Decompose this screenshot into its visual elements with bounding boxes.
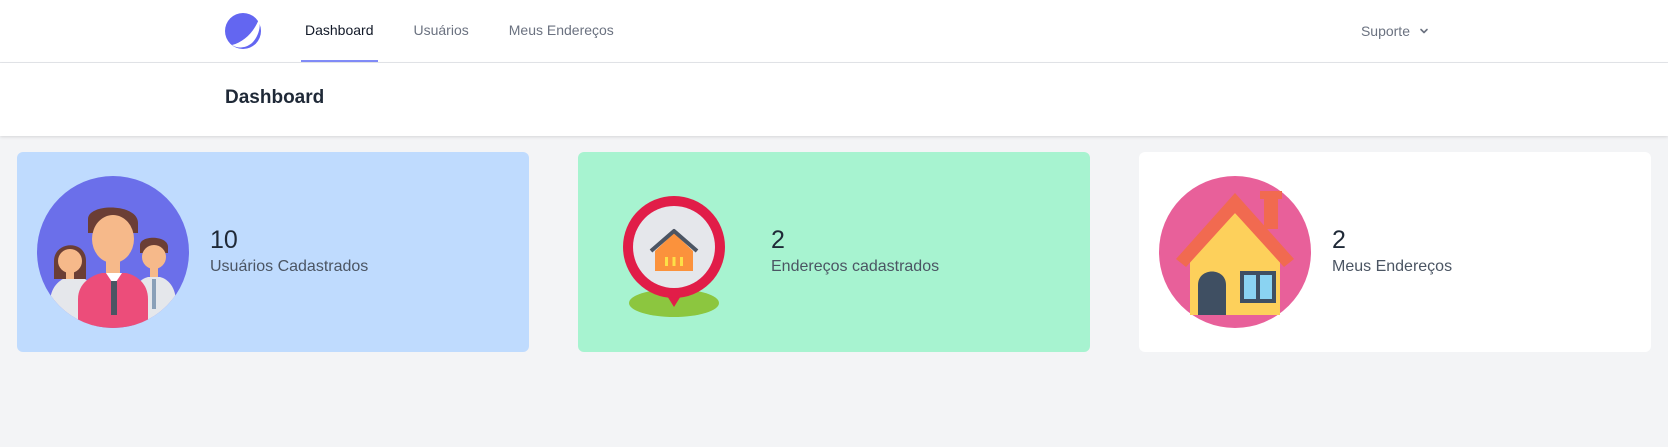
nav-dashboard[interactable]: Dashboard xyxy=(301,0,378,62)
my-addresses-label: Meus Endereços xyxy=(1332,258,1453,275)
house-icon xyxy=(1159,176,1311,328)
app-logo-icon[interactable] xyxy=(224,12,262,50)
chevron-down-icon xyxy=(1420,28,1428,34)
main-nav: Dashboard Usuários Meus Endereços xyxy=(301,0,650,62)
stat-card-meus-enderecos[interactable]: 2 Meus Endereços xyxy=(1139,152,1651,352)
support-label: Suporte xyxy=(1360,23,1410,39)
stat-card-enderecos[interactable]: 2 Endereços cadastrados xyxy=(578,152,1090,352)
page-header: Dashboard xyxy=(0,63,1668,136)
addresses-label: Endereços cadastrados xyxy=(771,258,940,275)
page-title: Dashboard xyxy=(225,87,325,108)
users-group-icon xyxy=(37,176,189,328)
addresses-count: 2 xyxy=(771,226,785,254)
users-count: 10 xyxy=(210,226,238,254)
nav-meus-enderecos[interactable]: Meus Endereços xyxy=(505,0,618,62)
nav-usuarios[interactable]: Usuários xyxy=(410,0,473,62)
map-pin-house-icon xyxy=(623,196,725,317)
users-label: Usuários Cadastrados xyxy=(210,258,369,275)
my-addresses-count: 2 xyxy=(1332,226,1346,254)
stats-cards: 10 Usuários Cadastrados 2 Endereços cada… xyxy=(17,152,1651,352)
stat-card-usuarios[interactable]: 10 Usuários Cadastrados xyxy=(17,152,529,352)
support-menu[interactable]: Suporte xyxy=(1361,0,1430,62)
top-navbar: Dashboard Usuários Meus Endereços Suport… xyxy=(0,0,1668,63)
